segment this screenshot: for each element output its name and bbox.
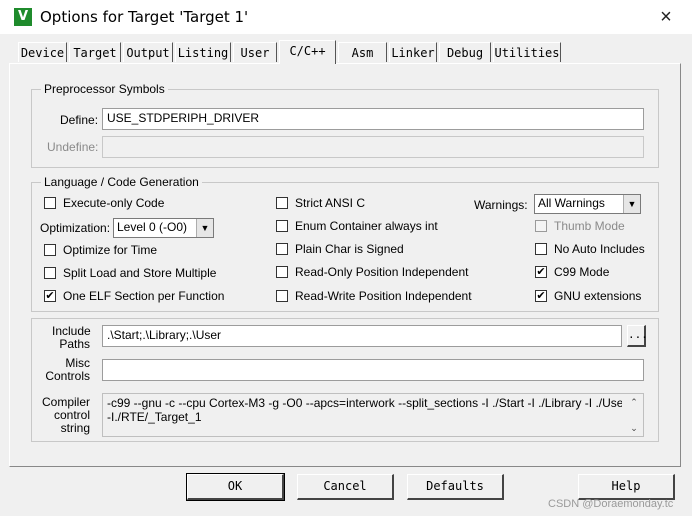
rw-pi-label: Read-Write Position Independent (295, 289, 472, 303)
tab-debug[interactable]: Debug (439, 42, 491, 62)
compiler-label-line: string (60, 421, 90, 435)
undefine-label: Undefine: (47, 140, 99, 154)
check-icon: ✔ (44, 290, 56, 302)
misc-controls-label: Misc Controls (40, 357, 90, 383)
language-group-label: Language / Code Generation (41, 175, 202, 189)
checkbox-box (44, 197, 56, 209)
check-icon: ✔ (535, 266, 547, 278)
chevron-down-icon: ▼ (196, 219, 213, 237)
warnings-label: Warnings: (474, 198, 528, 212)
tab-target[interactable]: Target (69, 42, 121, 62)
scrollbar[interactable]: ⌃ ⌄ (626, 395, 642, 435)
one-elf-label: One ELF Section per Function (63, 289, 225, 303)
tab-cc[interactable]: C/C++ (279, 40, 336, 64)
cancel-button[interactable]: Cancel (297, 474, 394, 500)
enum-container-label: Enum Container always int (295, 219, 438, 233)
tab-output[interactable]: Output (123, 42, 173, 62)
tab-asm[interactable]: Asm (338, 42, 387, 62)
undefine-field[interactable] (102, 136, 644, 158)
plain-char-label: Plain Char is Signed (295, 242, 404, 256)
strict-ansi-checkbox[interactable]: Strict ANSI C (276, 196, 365, 210)
checkbox-box (535, 220, 547, 232)
tab-utilities[interactable]: Utilities (493, 42, 561, 62)
plain-char-checkbox[interactable]: Plain Char is Signed (276, 242, 404, 256)
optimization-select[interactable]: Level 0 (-O0) ▼ (113, 218, 214, 238)
preprocessor-group-label: Preprocessor Symbols (41, 82, 168, 96)
thumb-mode-label: Thumb Mode (554, 219, 625, 233)
optimization-label: Optimization: (40, 221, 111, 235)
compiler-line-1: -c99 --gnu -c --cpu Cortex-M3 -g -O0 --a… (107, 396, 622, 410)
checkbox-box (276, 290, 288, 302)
c99-mode-checkbox[interactable]: ✔ C99 Mode (535, 265, 609, 279)
help-button[interactable]: Help (578, 474, 675, 500)
scroll-up-icon: ⌃ (630, 397, 638, 407)
compiler-string-label: Compiler control string (40, 396, 90, 435)
tab-linker[interactable]: Linker (389, 42, 437, 62)
no-auto-includes-label: No Auto Includes (554, 242, 645, 256)
optimization-value: Level 0 (-O0) (117, 220, 188, 234)
app-icon: V (14, 8, 32, 26)
check-icon: ✔ (535, 290, 547, 302)
optimize-time-label: Optimize for Time (63, 243, 158, 257)
no-auto-includes-checkbox[interactable]: No Auto Includes (535, 242, 645, 256)
close-icon[interactable]: × (650, 2, 682, 32)
split-load-checkbox[interactable]: Split Load and Store Multiple (44, 266, 216, 280)
split-load-label: Split Load and Store Multiple (63, 266, 217, 280)
checkbox-box (44, 244, 56, 256)
include-paths-label: Include Paths (52, 325, 91, 351)
compiler-control-string[interactable]: -c99 --gnu -c --cpu Cortex-M3 -g -O0 --a… (102, 393, 644, 437)
execute-only-checkbox[interactable]: Execute-only Code (44, 196, 164, 210)
tab-user[interactable]: User (233, 42, 277, 62)
warnings-value: All Warnings (538, 196, 605, 210)
defaults-button[interactable]: Defaults (407, 474, 504, 500)
warnings-select[interactable]: All Warnings ▼ (534, 194, 641, 214)
optimize-time-checkbox[interactable]: Optimize for Time (44, 243, 157, 257)
include-label-line: Paths (59, 337, 90, 351)
ro-pi-checkbox[interactable]: Read-Only Position Independent (276, 265, 468, 279)
execute-only-label: Execute-only Code (63, 196, 165, 210)
thumb-mode-checkbox[interactable]: Thumb Mode (535, 219, 625, 233)
gnu-extensions-checkbox[interactable]: ✔ GNU extensions (535, 289, 641, 303)
misc-label-line: Controls (45, 369, 90, 383)
ok-button[interactable]: OK (186, 473, 285, 501)
tab-device[interactable]: Device (18, 42, 67, 62)
include-paths-field[interactable]: .\Start;.\Library;.\User (102, 325, 622, 347)
checkbox-box (276, 197, 288, 209)
checkbox-box (44, 267, 56, 279)
c99-mode-label: C99 Mode (554, 265, 610, 279)
define-field[interactable]: USE_STDPERIPH_DRIVER (102, 108, 644, 130)
scroll-down-icon: ⌄ (630, 423, 638, 433)
enum-container-checkbox[interactable]: Enum Container always int (276, 219, 438, 233)
watermark: CSDN @Doraemonday.tc (548, 498, 674, 510)
rw-pi-checkbox[interactable]: Read-Write Position Independent (276, 289, 472, 303)
misc-controls-field[interactable] (102, 359, 644, 381)
ro-pi-label: Read-Only Position Independent (295, 265, 469, 279)
checkbox-box (535, 243, 547, 255)
chevron-down-icon: ▼ (623, 195, 640, 213)
compiler-line-2: -I./RTE/_Target_1 (107, 410, 202, 424)
strict-ansi-label: Strict ANSI C (295, 196, 366, 210)
browse-button[interactable]: ... (627, 325, 648, 347)
tab-listing[interactable]: Listing (175, 42, 231, 62)
define-label: Define: (60, 113, 99, 127)
checkbox-box (276, 266, 288, 278)
one-elf-checkbox[interactable]: ✔ One ELF Section per Function (44, 289, 224, 303)
checkbox-box (276, 220, 288, 232)
gnu-extensions-label: GNU extensions (554, 289, 642, 303)
window-title: Options for Target 'Target 1' (40, 8, 249, 26)
checkbox-box (276, 243, 288, 255)
